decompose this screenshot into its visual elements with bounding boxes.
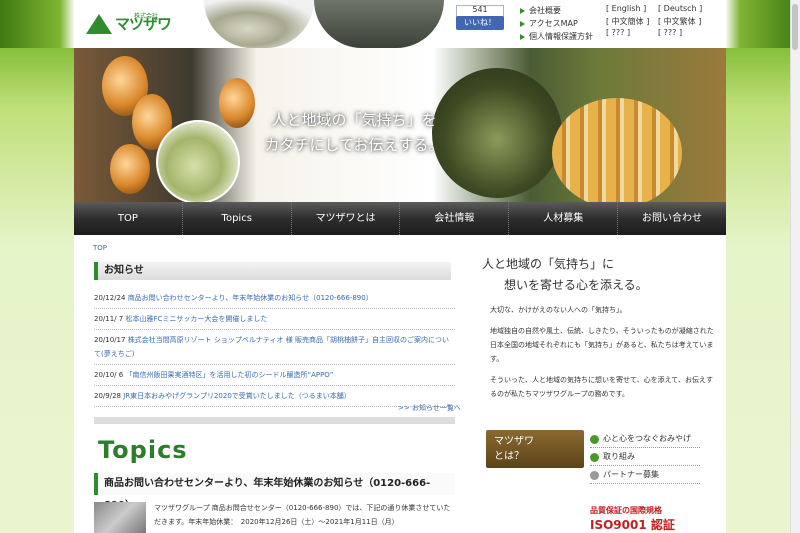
nav-about[interactable]: マツザワとは <box>292 202 401 235</box>
news-item[interactable]: 20/12/24 商品お問い合わせセンターより、年末年始休業のお知らせ（0120… <box>94 288 455 309</box>
lang-deutsch[interactable]: [ Deutsch ] <box>658 4 702 13</box>
topic-thumbnail[interactable] <box>94 502 146 533</box>
news-heading: お知らせ <box>94 262 451 280</box>
sidebar-menu: 心と心をつなぐおみやげ 取り組み パートナー募集 <box>590 430 700 484</box>
news-list: 20/12/24 商品お問い合わせセンターより、年末年始休業のお知らせ（0120… <box>94 288 455 407</box>
sidebar-title-line2: 想いを寄せる心を添える。 <box>504 278 648 292</box>
facebook-like-count: 541 <box>472 5 488 14</box>
sidebar-title: 人と地域の「気持ち」に 想いを寄せる心を添える。 <box>482 254 722 296</box>
right-background <box>726 48 800 533</box>
news-item[interactable]: 20/10/ 6 「南信州飯田果実酒特区」を活用した初のシードル醸造所“APPO… <box>94 365 455 386</box>
scrollbar[interactable] <box>790 0 800 533</box>
lantern-image <box>219 78 255 128</box>
nav-recruit[interactable]: 人材募集 <box>509 202 619 235</box>
logo-mark-icon <box>86 12 112 34</box>
hero-tagline-line1: 人と地域の「気持ち」を <box>271 111 437 129</box>
news-item[interactable]: 20/10/17 株式会社当間高原リゾート ショップベルナティオ 様 販売商品「… <box>94 330 455 365</box>
lang-korean[interactable]: [ ??? ] <box>606 28 630 37</box>
topics-title: Topics <box>98 436 188 464</box>
link-access-map[interactable]: アクセスMAP <box>520 17 593 30</box>
bullet-icon <box>590 435 599 444</box>
sidebar-item-initiatives[interactable]: 取り組み <box>590 448 700 466</box>
header-photo-grass <box>204 0 314 48</box>
lang-other[interactable]: [ ??? ] <box>658 28 682 37</box>
topic-body: マツザワグループ 商品お問合せセンター（0120-666-890）では、下記の通… <box>154 504 451 526</box>
sidebar-title-line1: 人と地域の「気持ち」に <box>482 257 615 271</box>
sidebar-paragraph: 大切な、かけがえのない人への「気持ち」。 <box>490 306 627 314</box>
logo-sub: 株式会社 <box>134 13 159 20</box>
sidebar-paragraph: 地域独自の自然や風土、伝統、しきたり、そういったものが凝縮された日本全国の地域そ… <box>490 327 714 363</box>
arrow-icon <box>520 7 525 14</box>
nav-contact[interactable]: お問い合わせ <box>618 202 726 235</box>
news-more-link[interactable]: >> お知らせ一覧へ <box>398 403 461 413</box>
arrow-icon <box>520 33 525 40</box>
hero-tagline: 人と地域の「気持ち」を カタチにしてお伝えする。 <box>254 108 454 158</box>
topic-heading[interactable]: 商品お問い合わせセンターより、年末年始休業のお知らせ（0120-666-890） <box>94 473 455 511</box>
breadcrumb[interactable]: TOP <box>93 244 107 252</box>
bullet-icon <box>590 471 599 480</box>
divider <box>94 417 455 424</box>
link-privacy-policy[interactable]: 個人情報保護方針 <box>520 30 593 43</box>
header-photo-house <box>314 0 444 48</box>
hero-tagline-line2: カタチにしてお伝えする。 <box>264 136 444 154</box>
bullet-icon <box>590 453 599 462</box>
lantern-image <box>110 144 150 194</box>
facebook-like-button[interactable]: いいね！ <box>456 16 504 30</box>
lang-chinese-simplified[interactable]: [ 中文簡体 ] <box>606 16 649 27</box>
scrollbar-thumb[interactable] <box>792 4 798 50</box>
hero-photo-berries <box>156 120 240 202</box>
arrow-icon <box>520 20 525 27</box>
nav-topics[interactable]: Topics <box>183 202 292 235</box>
about-matsuzawa-button[interactable]: マツザワ とは？ <box>486 430 584 468</box>
left-background <box>0 48 74 533</box>
header-links: 会社概要 アクセスMAP 個人情報保護方針 <box>520 4 593 43</box>
hero-photo-corn <box>552 98 682 202</box>
iso-banner[interactable]: 品質保証の国際規格 ISO9001 認証 <box>590 505 700 533</box>
sidebar-text: 大切な、かけがえのない人への「気持ち」。 地域独自の自然や風土、伝統、しきたり、… <box>490 303 716 408</box>
logo[interactable]: マツザワ 株式会社 <box>86 10 196 36</box>
lang-english[interactable]: [ English ] <box>606 4 646 13</box>
global-nav: TOP Topics マツザワとは 会社情報 人材募集 お問い合わせ <box>74 202 726 235</box>
news-item[interactable]: 20/11/ 7 松本山雅FCミニサッカー大会を開催しました <box>94 309 455 330</box>
nav-top[interactable]: TOP <box>74 202 183 235</box>
hero-banner: 人と地域の「気持ち」を カタチにしてお伝えする。 <box>74 48 726 202</box>
lang-chinese-traditional[interactable]: [ 中文繁体 ] <box>658 16 701 27</box>
nav-company[interactable]: 会社情報 <box>400 202 510 235</box>
sidebar-item-souvenir[interactable]: 心と心をつなぐおみやげ <box>590 430 700 448</box>
sidebar-paragraph: そういった、人と地域の気持ちに想いを寄せて、心を添えて、お伝えするのが私たちマツ… <box>490 376 713 398</box>
page: マツザワ 株式会社 541 いいね！ 会社概要 アクセスMAP 個人情報保護方針… <box>74 0 726 533</box>
link-company-profile[interactable]: 会社概要 <box>520 4 593 17</box>
sidebar-item-partner[interactable]: パートナー募集 <box>590 466 700 484</box>
